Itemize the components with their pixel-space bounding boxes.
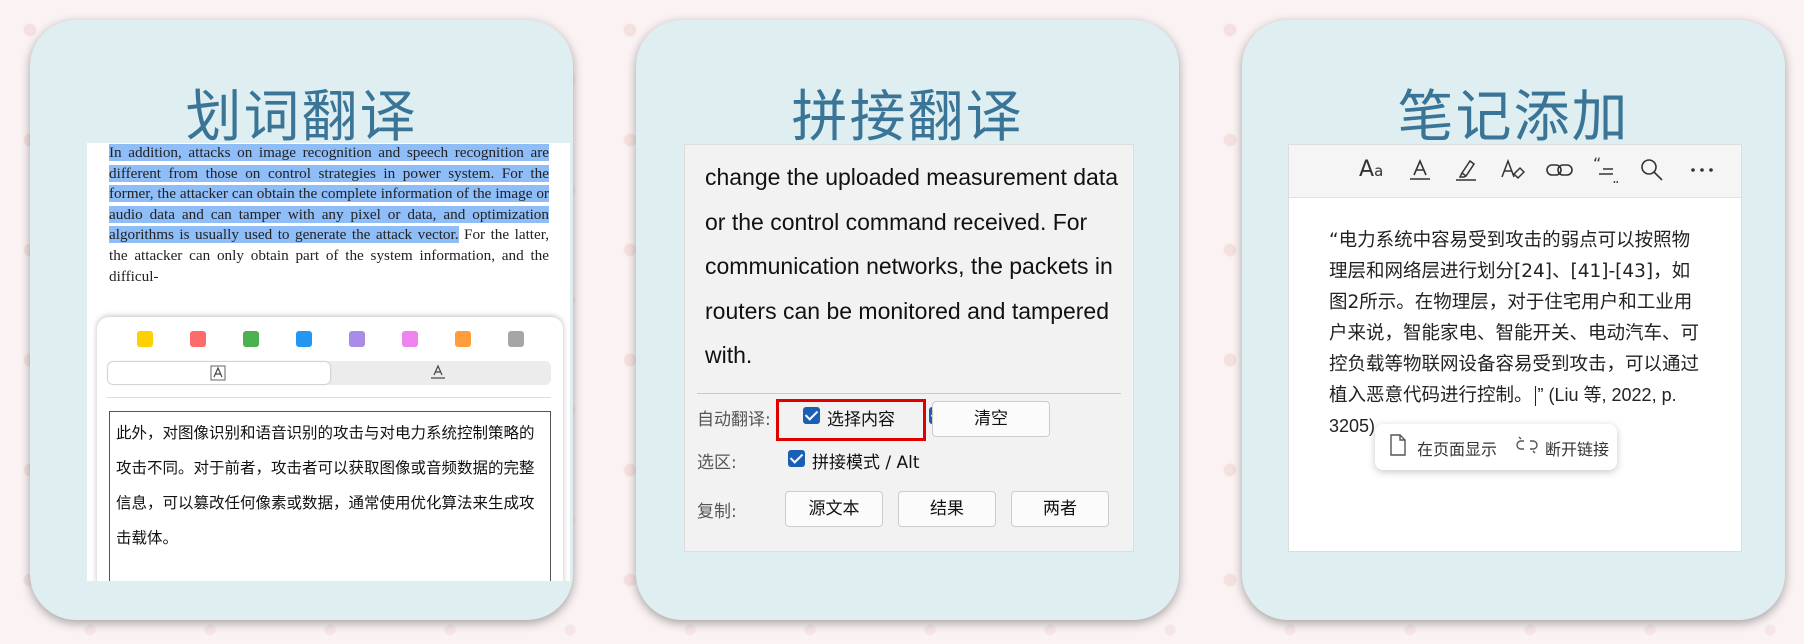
color-swatch-blue[interactable]: [296, 331, 312, 347]
divider: [107, 397, 551, 398]
unlink-button[interactable]: 断开链接: [1545, 436, 1609, 460]
source-text[interactable]: change the uploaded measurement data or …: [705, 155, 1125, 378]
unlink-icon: [1515, 434, 1539, 461]
copy-both-button[interactable]: 两者: [1011, 491, 1109, 527]
annotation-popup: 此外，对图像识别和语音识别的攻击与对电力系统控制策略的攻击不同。对于前者，攻击者…: [97, 317, 563, 581]
citation-context-menu: 在页面显示 断开链接: [1375, 424, 1617, 470]
highlighter-icon[interactable]: [1453, 157, 1479, 189]
concat-mode-checkbox[interactable]: [788, 450, 805, 467]
note-quote-text: “电力系统中容易受到攻击的弱点可以按照物理层和网络层进行划分[24]、[41]-…: [1329, 230, 1700, 406]
copy-label: 复制:: [697, 502, 737, 522]
show-in-page-button[interactable]: 在页面显示: [1417, 436, 1497, 460]
document-icon: [1389, 434, 1407, 461]
pdf-page: In addition, attacks on image recognitio…: [87, 143, 570, 581]
concat-mode-label: 拼接模式 / Alt: [812, 453, 920, 473]
divider: [697, 393, 1121, 394]
link-icon[interactable]: [1545, 157, 1575, 189]
search-icon[interactable]: [1639, 157, 1665, 189]
text-cursor: [1534, 386, 1536, 406]
pdf-paragraph: In addition, attacks on image recognitio…: [109, 143, 549, 287]
clear-button[interactable]: 清空: [932, 401, 1050, 437]
copy-source-button[interactable]: 源文本: [785, 491, 883, 527]
note-add-card: 笔记添加 Aa “„ “电力系统中容易受到攻击的弱点可以按照物理层和网络层进行划…: [1242, 20, 1785, 620]
color-swatch-green[interactable]: [243, 331, 259, 347]
svg-text:„: „: [1612, 171, 1619, 183]
translation-textarea[interactable]: 此外，对图像识别和语音识别的攻击与对电力系统控制策略的攻击不同。对于前者，攻击者…: [109, 411, 551, 581]
translate-panel: change the uploaded measurement data or …: [684, 144, 1134, 552]
card-title: 笔记添加: [1397, 85, 1630, 150]
text-color-icon[interactable]: [1407, 157, 1433, 189]
note-editor: Aa “„ “电力系统中容易受到攻击的弱点可以按照物理层和网络层进行划分[24]…: [1288, 144, 1742, 552]
concat-translate-card: 拼接翻译 change the uploaded measurement dat…: [636, 20, 1179, 620]
note-content[interactable]: “电力系统中容易受到攻击的弱点可以按照物理层和网络层进行划分[24]、[41]-…: [1329, 225, 1707, 442]
color-swatch-orange[interactable]: [455, 331, 471, 347]
selection-label: 选区:: [697, 453, 737, 473]
card-title: 划词翻译: [185, 85, 418, 150]
color-swatch-yellow[interactable]: [137, 331, 153, 347]
font-size-icon[interactable]: Aa: [1359, 157, 1383, 182]
color-swatch-purple[interactable]: [349, 331, 365, 347]
highlight-mode-button[interactable]: [108, 362, 330, 384]
annotation-mode-toggle: [107, 361, 551, 385]
clear-format-icon[interactable]: [1499, 157, 1527, 189]
auto-translate-label: 自动翻译:: [697, 410, 771, 430]
underline-a-icon[interactable]: [430, 364, 446, 383]
word-translate-card: 划词翻译 In addition, attacks on image recog…: [30, 20, 573, 620]
svg-text:“: “: [1593, 157, 1601, 173]
more-icon[interactable]: [1689, 157, 1715, 189]
quote-icon[interactable]: “„: [1593, 154, 1621, 189]
copy-result-button[interactable]: 结果: [898, 491, 996, 527]
highlight-frame: [776, 399, 926, 441]
card-title: 拼接翻译: [791, 85, 1024, 150]
color-swatch-gray[interactable]: [508, 331, 524, 347]
boxed-a-icon: [210, 365, 226, 384]
editor-toolbar: Aa “„: [1289, 145, 1741, 198]
color-swatch-red[interactable]: [190, 331, 206, 347]
color-swatches: [137, 331, 543, 351]
color-swatch-magenta[interactable]: [402, 331, 418, 347]
